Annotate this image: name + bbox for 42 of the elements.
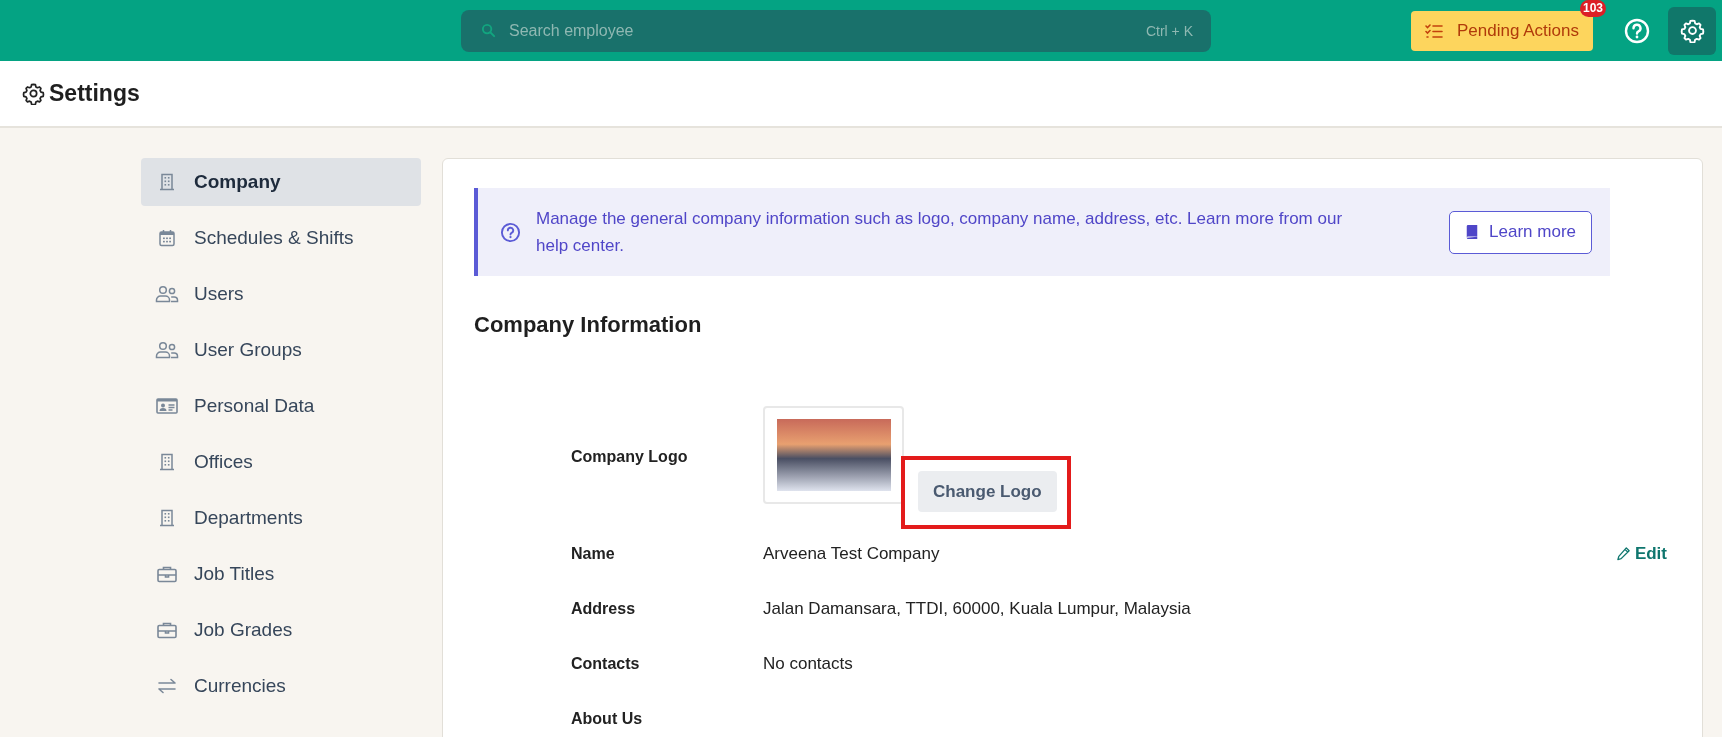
briefcase-icon — [155, 621, 179, 639]
users-icon — [155, 285, 179, 303]
swap-arrows-icon — [155, 677, 179, 695]
help-icon — [500, 221, 521, 243]
learn-more-button[interactable]: Learn more — [1449, 210, 1592, 254]
field-value: No contacts — [763, 653, 854, 674]
settings-button[interactable] — [1668, 6, 1716, 55]
sidebar-item[interactable]: Users — [141, 270, 421, 318]
edit-link[interactable]: Edit — [1615, 543, 1667, 564]
gear-icon — [22, 82, 45, 105]
sidebar-item[interactable]: User Groups — [141, 326, 421, 374]
sidebar-item[interactable]: Job Grades — [141, 606, 421, 654]
field-label: Contacts — [571, 654, 641, 673]
field-label: Name — [571, 544, 616, 563]
field-value: Arveena Test Company — [763, 543, 941, 564]
field-label: Address — [571, 599, 637, 618]
id-card-icon — [155, 397, 179, 415]
users-icon — [155, 341, 179, 359]
sidebar-item[interactable]: Offices — [141, 438, 421, 486]
sidebar-item[interactable]: Personal Data — [141, 382, 421, 430]
field-label: About Us — [571, 709, 644, 728]
change-logo-button[interactable]: Change Logo — [918, 471, 1057, 512]
sidebar-item[interactable]: Departments — [141, 494, 421, 542]
pencil-icon — [1615, 546, 1631, 561]
help-icon[interactable] — [1624, 17, 1650, 44]
sidebar-item[interactable]: Schedules & Shifts — [141, 214, 421, 262]
checklist-icon — [1425, 22, 1444, 39]
section-title: Company Information — [474, 312, 703, 338]
sidebar-item[interactable]: Job Titles — [141, 550, 421, 598]
briefcase-icon — [155, 565, 179, 583]
sidebar-item[interactable]: Company — [141, 158, 421, 206]
search-input[interactable]: Search employee — [507, 20, 1135, 41]
book-icon — [1465, 224, 1480, 240]
sidebar-item[interactable]: Currencies — [141, 662, 421, 710]
settings-icon — [1679, 18, 1705, 43]
page-title: Settings — [49, 80, 140, 107]
field-value: Jalan Damansara, TTDI, 60000, Kuala Lumpur, Malaysia — [763, 598, 1192, 619]
shortcut-hint: Ctrl + K — [1145, 22, 1193, 39]
notification-badge: 103 — [1580, 0, 1607, 17]
info-text: Manage the general company information such as logo, company name, address, etc. Learn more from our help center. — [536, 208, 1344, 257]
search-icon — [481, 23, 496, 38]
field-label: Company Logo — [571, 448, 689, 466]
